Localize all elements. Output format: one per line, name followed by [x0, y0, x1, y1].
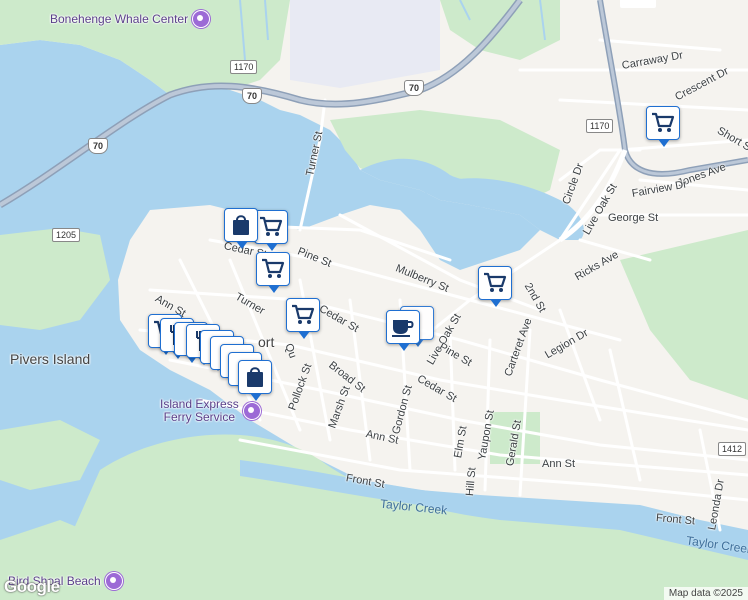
route-shield-1412: 1412 — [718, 442, 747, 456]
camera-icon — [242, 402, 261, 420]
map-base-layer — [0, 0, 748, 600]
poi-island-express-ferry[interactable]: Island Express Ferry Service — [160, 398, 261, 424]
route-shield-us70: 70 — [242, 88, 263, 104]
top-control-button[interactable] — [620, 0, 656, 8]
marker-grocery-cedar[interactable] — [254, 210, 288, 251]
route-shield-1170: 1170 — [230, 60, 258, 74]
route-shield-1170-east: 1170 — [586, 119, 614, 133]
cart-icon — [292, 304, 315, 324]
route-shield-us70-east: 70 — [404, 80, 425, 96]
poi-bonehenge-whale-center[interactable]: Bonehenge Whale Center — [50, 10, 211, 28]
cart-icon — [262, 258, 285, 278]
cart-icon — [260, 216, 283, 236]
street-ann-east: Ann St — [542, 458, 576, 470]
camera-icon — [104, 572, 123, 590]
map-canvas[interactable]: Bonehenge Whale Center Island Express Fe… — [0, 0, 748, 600]
marker-shop-waterfront[interactable] — [238, 360, 272, 401]
street-hill: Hill St — [464, 466, 479, 497]
poi-ferry-label: Island Express Ferry Service — [160, 397, 239, 424]
route-shield-us70-west: 70 — [88, 138, 109, 154]
place-pivers-island: Pivers Island — [10, 351, 91, 367]
coffee-icon — [392, 320, 414, 337]
cart-icon — [484, 272, 507, 292]
shopping-bag-icon — [247, 367, 263, 387]
marker-grocery-broad[interactable] — [286, 298, 320, 339]
poi-whale-label: Bonehenge Whale Center — [50, 12, 189, 26]
shopping-bag-icon — [233, 215, 249, 235]
museum-icon — [192, 10, 211, 28]
marker-grocery-northeast[interactable] — [646, 106, 680, 147]
google-logo: Google — [4, 577, 60, 596]
street-george: George St — [608, 212, 659, 224]
marker-cafe[interactable] — [386, 310, 420, 351]
place-town: ort — [258, 334, 275, 350]
marker-grocery-live-oak[interactable] — [478, 266, 512, 307]
cart-icon — [652, 112, 675, 132]
map-attribution[interactable]: Map data ©2025 — [663, 587, 748, 600]
route-shield-1205: 1205 — [52, 228, 81, 242]
marker-grocery-turner[interactable] — [256, 252, 290, 293]
marker-shop-cedar[interactable] — [224, 208, 258, 249]
